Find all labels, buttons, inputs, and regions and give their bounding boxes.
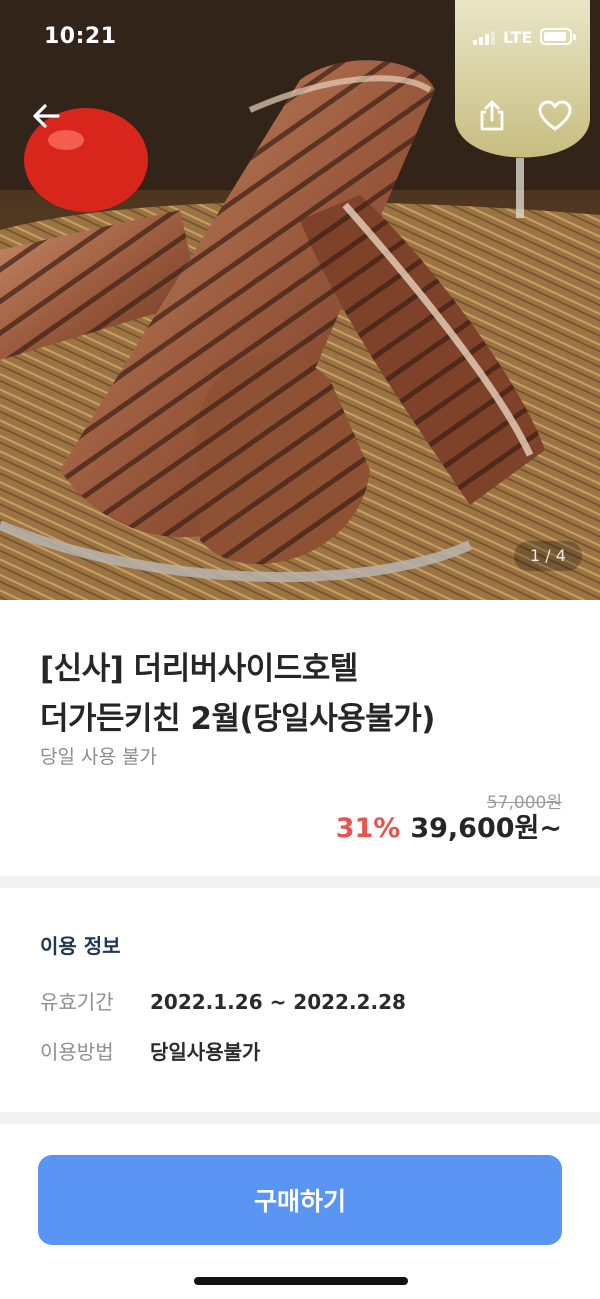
usage-info-section: 이용 정보 유효기간 2022.1.26 ~ 2022.2.28 이용방법 당일사용…	[0, 888, 600, 1112]
arrow-left-icon	[33, 104, 60, 128]
status-bar: 10:21 LTE	[0, 0, 600, 76]
discount-rate: 31%	[335, 813, 401, 844]
status-time: 10:21	[44, 24, 117, 49]
product-subtitle: 당일 사용 불가	[40, 746, 157, 768]
share-button[interactable]	[472, 96, 512, 136]
price-row: 31% 39,600원~	[336, 806, 562, 845]
info-row-validity: 유효기간 2022.1.26 ~ 2022.2.28	[40, 986, 406, 1015]
product-photo	[0, 0, 600, 600]
info-value: 2022.1.26 ~ 2022.2.28	[150, 990, 406, 1014]
share-icon	[480, 100, 504, 131]
battery-icon	[540, 28, 576, 45]
network-type: LTE	[503, 28, 533, 47]
home-indicator[interactable]	[194, 1277, 408, 1285]
info-label: 유효기간	[40, 990, 114, 1014]
section-divider	[0, 1112, 600, 1124]
back-button[interactable]	[28, 96, 68, 136]
product-image-carousel[interactable]: 10:21 LTE 1 / 4	[0, 0, 600, 600]
product-summary: [신사] 더리버사이드호텔 더가든키친 2월(당일사용불가) 당일 사용 불가 …	[0, 600, 600, 876]
usage-info-heading: 이용 정보	[40, 934, 121, 958]
info-label: 이용방법	[40, 1040, 114, 1064]
section-divider	[0, 876, 600, 888]
buy-button[interactable]: 구매하기	[38, 1155, 562, 1245]
signal-strength-icon	[473, 31, 495, 45]
info-value: 당일사용불가	[150, 1040, 261, 1064]
sale-price: 39,600원~	[410, 813, 562, 844]
like-button[interactable]	[534, 96, 576, 136]
product-title-line2: 더가든키친 2월(당일사용불가)	[40, 701, 435, 737]
heart-icon	[538, 100, 572, 131]
info-row-usage-method: 이용방법 당일사용불가	[40, 1036, 260, 1065]
product-title: [신사] 더리버사이드호텔 더가든키친 2월(당일사용불가)	[40, 644, 560, 744]
product-title-line1: [신사] 더리버사이드호텔	[40, 651, 358, 687]
image-pager: 1 / 4	[514, 541, 582, 571]
